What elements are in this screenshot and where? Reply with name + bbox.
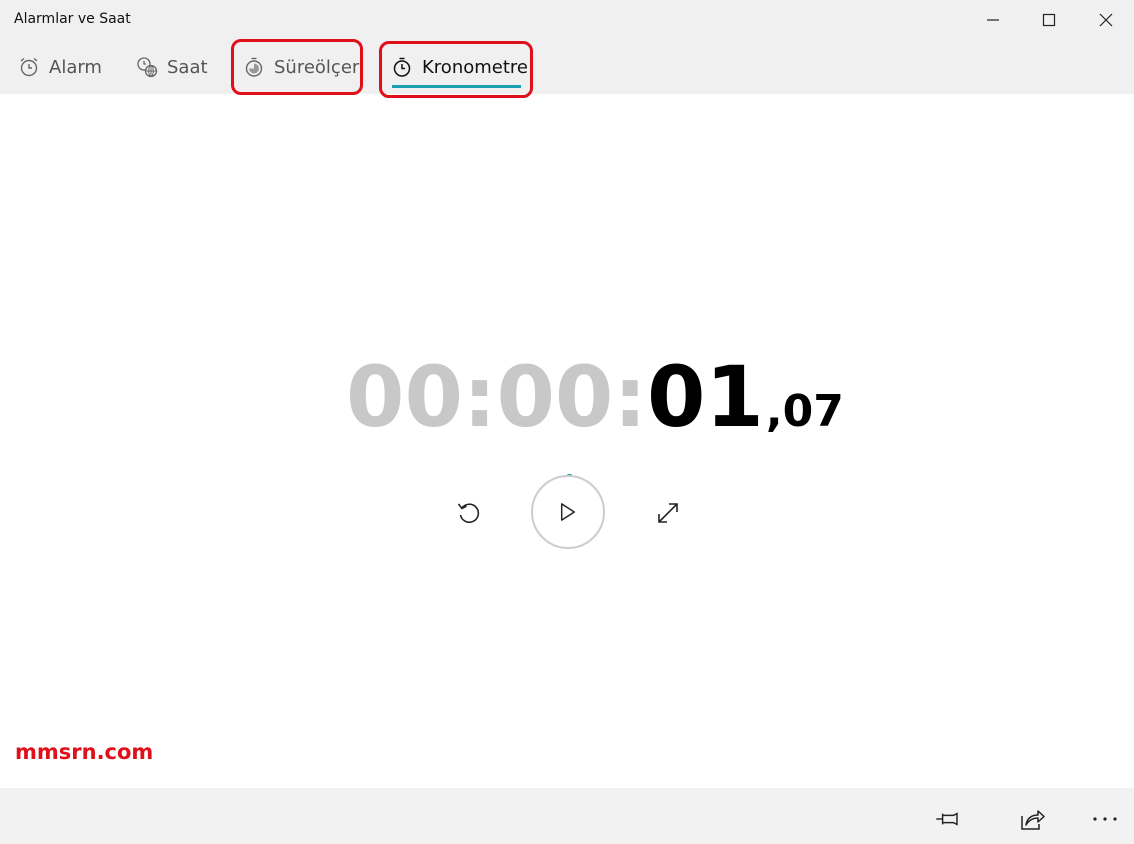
tab-alarm-label: Alarm	[49, 56, 102, 78]
elapsed-seconds: 01	[646, 348, 764, 446]
alarm-clock-icon	[18, 56, 40, 78]
tab-saat-label: Saat	[167, 56, 208, 78]
share-icon	[1021, 810, 1045, 830]
highlight-box-kronometre	[379, 41, 533, 98]
window-title: Alarmlar ve Saat	[14, 11, 131, 27]
pin-icon	[936, 812, 958, 826]
tab-saat[interactable]: Saat	[136, 40, 208, 94]
close-icon	[1099, 13, 1113, 27]
play-icon	[560, 503, 576, 521]
play-button[interactable]	[531, 475, 605, 549]
share-button[interactable]	[1017, 804, 1047, 834]
stopwatch-display: 00:00:01,07	[346, 348, 844, 458]
reset-icon	[457, 503, 480, 524]
elapsed-hours-minutes: 00:00:	[346, 348, 647, 446]
maximize-icon	[1042, 13, 1056, 27]
more-options-button[interactable]	[1090, 804, 1120, 834]
pin-button[interactable]	[933, 804, 963, 834]
expand-button[interactable]	[652, 497, 684, 529]
tab-alarm[interactable]: Alarm	[18, 40, 102, 94]
title-bar: Alarmlar ve Saat	[0, 0, 1134, 40]
reset-button[interactable]	[452, 496, 486, 530]
world-clock-icon	[136, 56, 158, 78]
expand-icon	[658, 503, 678, 523]
bottom-command-bar	[0, 788, 1134, 844]
watermark-text: mmsrn.com	[15, 740, 154, 764]
elapsed-fraction: ,07	[765, 386, 844, 437]
close-button[interactable]	[1079, 0, 1133, 40]
minimize-icon	[987, 19, 999, 21]
highlight-box-sureolcer	[231, 39, 363, 95]
tab-bar: Alarm Saat Süreölçer Kronometre	[0, 40, 1134, 94]
maximize-button[interactable]	[1022, 0, 1076, 40]
more-icon	[1093, 817, 1117, 821]
minimize-button[interactable]	[966, 0, 1020, 40]
